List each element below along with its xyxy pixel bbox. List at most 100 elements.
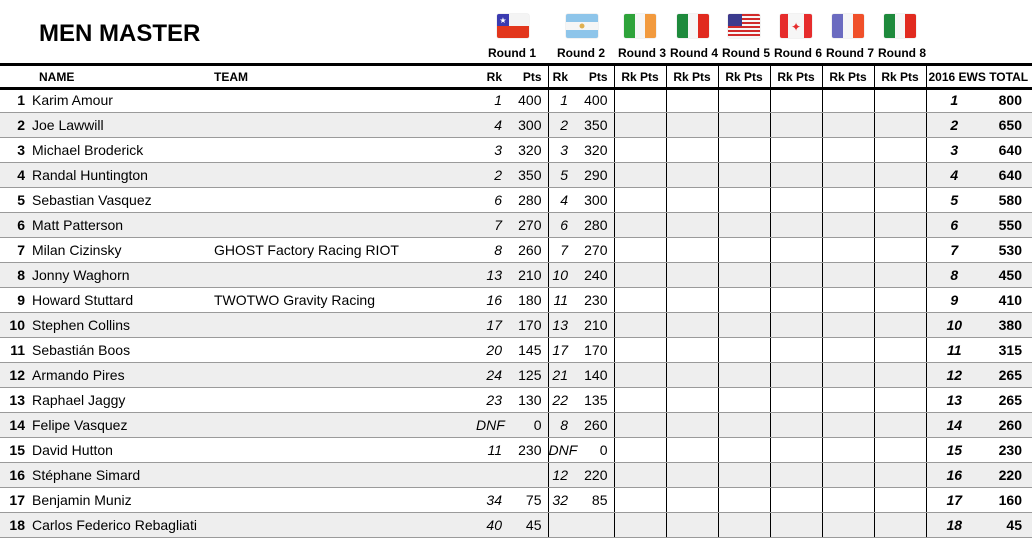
r2-pts-cell: 85: [576, 487, 614, 513]
r6-cell: [769, 112, 822, 138]
total-points-cell: 640: [976, 137, 1032, 163]
table-row: 18 Carlos Federico Rebagliati 40 45 18 45: [0, 512, 1032, 538]
total-points-cell: 230: [976, 437, 1032, 463]
r3-cell: [613, 287, 666, 313]
r2-pts-cell: 0: [576, 437, 614, 463]
r4-cell: [665, 337, 718, 363]
r8-cell: [873, 212, 926, 238]
total-points-cell: 550: [976, 212, 1032, 238]
usa-flag-icon: [728, 14, 760, 38]
argentina-flag-icon: [566, 14, 598, 38]
total-points-cell: 450: [976, 262, 1032, 288]
r5-cell: [717, 287, 770, 313]
r4-cell: [665, 162, 718, 188]
r7-cell: [821, 362, 874, 388]
r3-cell: [613, 212, 666, 238]
r5-cell: [717, 212, 770, 238]
r1-rk-cell: 40: [476, 512, 510, 538]
r1-rk-cell: 6: [476, 187, 510, 213]
r1-pts-cell: 300: [510, 112, 548, 138]
round-label: Round 5: [722, 46, 770, 60]
r5-cell: [717, 88, 770, 113]
r8-cell: [873, 337, 926, 363]
r1-pts-cell: 270: [510, 212, 548, 238]
r5-cell: [717, 462, 770, 488]
r6-cell: [769, 362, 822, 388]
r8-cell: [873, 512, 926, 538]
name-cell: Howard Stuttard: [32, 287, 214, 313]
round-label: Round 8: [878, 46, 926, 60]
pos-cell: 9: [0, 287, 32, 313]
r7-cell: [821, 137, 874, 163]
team-cell: [214, 88, 476, 113]
r6-cell: [769, 387, 822, 413]
r4-cell: [665, 362, 718, 388]
total-rank-cell: 16: [925, 462, 976, 488]
r8-cell: [873, 312, 926, 338]
total-points-cell: 315: [976, 337, 1032, 363]
pos-cell: 15: [0, 437, 32, 463]
r3-cell: [613, 437, 666, 463]
r2-rk-cell: 32: [547, 487, 576, 513]
r6-cell: [769, 162, 822, 188]
r4-cell: [665, 212, 718, 238]
standings-body: 1 Karim Amour 1 400 1 400 1 800 2 Joe Lawwill 4 300…: [0, 88, 1032, 538]
r1-pts-cell: 145: [510, 337, 548, 363]
r4-cell: [665, 437, 718, 463]
total-rank-cell: 2: [925, 112, 976, 138]
r7-cell: [821, 187, 874, 213]
r8-cell: [873, 262, 926, 288]
r2-pts-cell: 240: [576, 262, 614, 288]
table-row: 6 Matt Patterson 7 270 6 280 6 550: [0, 212, 1032, 238]
total-points-cell: 45: [976, 512, 1032, 538]
pos-cell: 8: [0, 262, 32, 288]
r8-cell: [873, 387, 926, 413]
r1-rk-cell: 17: [476, 312, 510, 338]
r1-rk-cell: 34: [476, 487, 510, 513]
r2-pts-cell: 290: [576, 162, 614, 188]
pos-cell: 2: [0, 112, 32, 138]
r5-cell: [717, 262, 770, 288]
r2-pts-cell: 300: [576, 187, 614, 213]
r2-pts-cell: 280: [576, 212, 614, 238]
r3-cell: [613, 88, 666, 113]
total-points-cell: 380: [976, 312, 1032, 338]
r2-rk-cell: 3: [547, 137, 576, 163]
r3-cell: [613, 362, 666, 388]
r1-pts-cell: 230: [510, 437, 548, 463]
r2-pts-cell: [576, 512, 614, 538]
r1-pts-cell: 130: [510, 387, 548, 413]
r5-cell: [717, 387, 770, 413]
name-cell: Karim Amour: [32, 88, 214, 113]
r7-cell: [821, 462, 874, 488]
r4-cell: [665, 187, 718, 213]
total-header: 2016 EWS TOTAL: [925, 66, 1032, 88]
r2-rk-cell: 10: [547, 262, 576, 288]
name-cell: Jonny Waghorn: [32, 262, 214, 288]
total-rank-cell: 15: [925, 437, 976, 463]
r1-pts-cell: 260: [510, 237, 548, 263]
table-row: 13 Raphael Jaggy 23 130 22 135 13 265: [0, 387, 1032, 413]
total-points-cell: 265: [976, 362, 1032, 388]
round-label: Round 7: [826, 46, 874, 60]
r7-cell: [821, 287, 874, 313]
r8-cell: [873, 462, 926, 488]
r5-cell: [717, 337, 770, 363]
r7-cell: [821, 112, 874, 138]
r2-rk-cell: 5: [547, 162, 576, 188]
name-cell: David Hutton: [32, 437, 214, 463]
r3-cell: [613, 187, 666, 213]
r2-pts-cell: 230: [576, 287, 614, 313]
name-cell: Sebastian Vasquez: [32, 187, 214, 213]
pos-cell: 16: [0, 462, 32, 488]
team-cell: [214, 462, 476, 488]
r5-cell: [717, 162, 770, 188]
table-row: 12 Armando Pires 24 125 21 140 12 265: [0, 362, 1032, 388]
italy-flag-icon: [677, 14, 709, 38]
name-cell: Matt Patterson: [32, 212, 214, 238]
total-rank-cell: 8: [925, 262, 976, 288]
team-cell: [214, 112, 476, 138]
r2-pts-cell: 400: [576, 88, 614, 113]
total-rank-cell: 6: [925, 212, 976, 238]
r4-cell: [665, 262, 718, 288]
